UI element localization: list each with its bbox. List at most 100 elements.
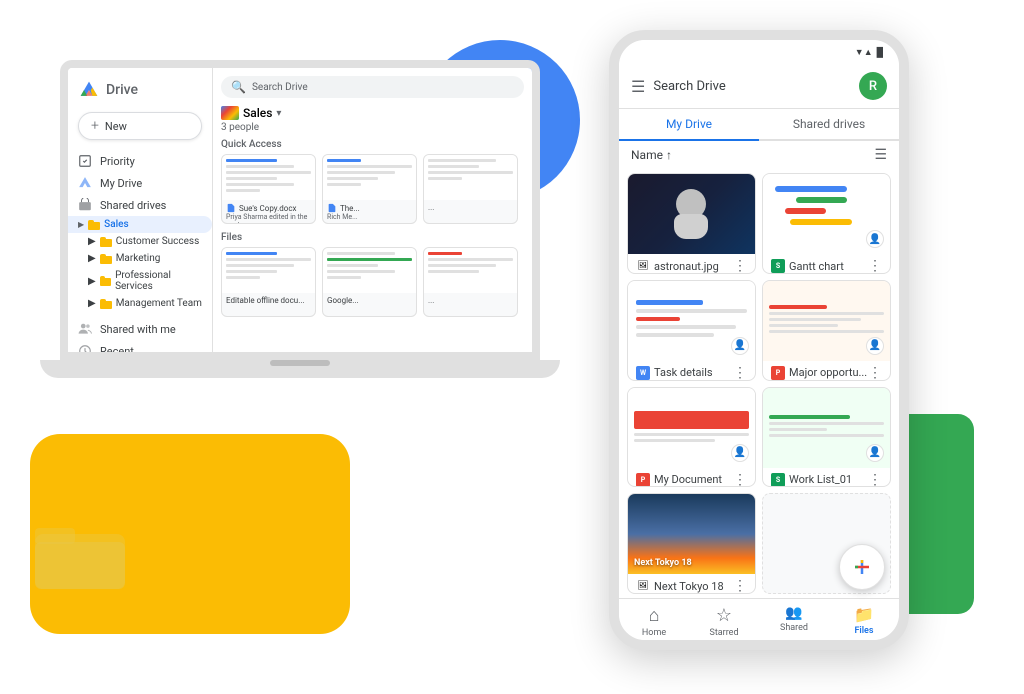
laptop-notch xyxy=(270,360,330,366)
customer-success-label: Customer Success xyxy=(116,236,200,247)
file-thumb-3 xyxy=(424,248,517,293)
task-more[interactable]: ⋮ xyxy=(733,365,747,381)
file-card-mydoc[interactable]: 👤 P My Document ⋮ xyxy=(627,387,756,488)
qa-card-2[interactable]: The... Rich Me... xyxy=(322,154,417,224)
task-name: Task details xyxy=(654,366,713,379)
shared-drive-sales[interactable]: ▶ Sales xyxy=(68,216,212,233)
tab-my-drive[interactable]: My Drive xyxy=(619,109,759,141)
qa-card-1[interactable]: Sue's Copy.docx Priya Sharma edited in t… xyxy=(221,154,316,224)
battery-icon: █ xyxy=(877,47,883,58)
new-button[interactable]: + New xyxy=(78,112,202,140)
file-card-major[interactable]: 👤 P Major opportu... ⋮ xyxy=(762,280,891,381)
phone-shell: ▼▲ █ ☰ Search Drive R My Drive Shared dr… xyxy=(609,30,909,650)
qa-card-3[interactable]: ... xyxy=(423,154,518,224)
back-button[interactable]: ◁ xyxy=(675,648,684,651)
file-card-1[interactable]: Editable offline docu... xyxy=(221,247,316,317)
file-card-tokyo[interactable]: Next Tokyo 18 🖼 Next Tokyo 18 ⋮ xyxy=(627,493,756,594)
qa-file-name-2: The... xyxy=(340,204,360,213)
image-icon: 🖼 xyxy=(636,259,650,273)
user-avatar[interactable]: R xyxy=(859,72,887,100)
home-label: Home xyxy=(642,628,666,638)
sidebar-item-shared-with-me[interactable]: Shared with me xyxy=(68,318,212,340)
signal-icon: ▼▲ xyxy=(855,47,873,58)
my-drive-icon xyxy=(78,176,92,190)
chevron-icon: ▶ xyxy=(78,220,84,229)
my-drive-label: My Drive xyxy=(100,177,142,190)
sidebar-item-my-drive[interactable]: My Drive xyxy=(68,172,212,194)
tokyo-thumb: Next Tokyo 18 xyxy=(628,494,755,574)
chevron-icon-pro: ▶ xyxy=(88,276,96,287)
chevron-icon-mkt: ▶ xyxy=(88,253,96,264)
mobile-file-grid: 🖼 astronaut.jpg ⋮ xyxy=(619,169,899,598)
shared-drive-professional[interactable]: ▶ Professional Services xyxy=(68,267,212,295)
shared-drives-label: Shared drives xyxy=(100,199,166,212)
mobile-sort-bar: Name ↑ ☰ xyxy=(619,141,899,169)
home-icon: ⌂ xyxy=(649,605,660,626)
file-card-gantt[interactable]: 👤 S Gantt chart ⋮ xyxy=(762,173,891,274)
web-search-bar[interactable]: 🔍 Search Drive xyxy=(221,76,524,98)
file-card-astronaut[interactable]: 🖼 astronaut.jpg ⋮ xyxy=(627,173,756,274)
management-label: Management Team xyxy=(116,298,202,309)
list-view-icon[interactable]: ☰ xyxy=(874,147,887,163)
quick-access-label: Quick Access xyxy=(221,139,524,150)
file-card-worklist[interactable]: 👤 S Work List_01 ⋮ xyxy=(762,387,891,488)
hamburger-menu[interactable]: ☰ xyxy=(631,77,645,96)
sidebar-item-priority[interactable]: Priority xyxy=(68,150,212,172)
fab-button[interactable] xyxy=(839,544,885,590)
phone-nav-bar: ◁ ● ■ xyxy=(619,640,899,650)
file-name-2: Google... xyxy=(323,293,416,308)
doc-line xyxy=(226,276,260,279)
file-card-2[interactable]: Google... xyxy=(322,247,417,317)
doc-line xyxy=(327,171,395,174)
starred-nav-icon: ☆ xyxy=(716,605,732,626)
shared-nav-icon: 👥 xyxy=(785,605,802,621)
mydoc-info: P My Document xyxy=(636,473,722,487)
doc-line xyxy=(327,258,412,261)
nav-files[interactable]: 📁 Files xyxy=(829,605,899,638)
mobile-tabs: My Drive Shared drives xyxy=(619,109,899,141)
file-name-1: Editable offline docu... xyxy=(222,293,315,308)
qa-card-2-footer: The... Rich Me... xyxy=(323,200,416,224)
worklist-more[interactable]: ⋮ xyxy=(868,472,882,488)
sales-thumb-icon xyxy=(221,106,239,120)
recents-button[interactable]: ■ xyxy=(836,648,843,651)
quick-access-grid: Sue's Copy.docx Priya Sharma edited in t… xyxy=(221,154,524,224)
astronaut-more[interactable]: ⋮ xyxy=(733,258,747,274)
worklist-line-1 xyxy=(769,415,850,419)
home-button[interactable]: ● xyxy=(756,648,763,651)
mobile-search-text[interactable]: Search Drive xyxy=(653,79,851,94)
shared-drive-marketing[interactable]: ▶ Marketing xyxy=(68,250,212,267)
nav-starred[interactable]: ☆ Starred xyxy=(689,605,759,638)
folder-icon-cs xyxy=(100,237,112,247)
tokyo-more[interactable]: ⋮ xyxy=(733,578,747,594)
mydoc-line-3 xyxy=(634,439,715,442)
qa-card-3-thumb xyxy=(424,155,517,200)
shared-drive-customer-success[interactable]: ▶ Customer Success xyxy=(68,233,212,250)
file-doc-2 xyxy=(323,248,416,293)
shared-drive-management[interactable]: ▶ Management Team xyxy=(68,295,212,312)
major-more[interactable]: ⋮ xyxy=(868,365,882,381)
shared-with-me-icon xyxy=(78,322,92,336)
mydoc-more[interactable]: ⋮ xyxy=(733,472,747,488)
file-card-task[interactable]: 👤 W Task details ⋮ xyxy=(627,280,756,381)
sort-label[interactable]: Name ↑ xyxy=(631,148,672,162)
slides-icon: P xyxy=(636,473,650,487)
tokyo-label-text: Next Tokyo 18 xyxy=(634,558,692,568)
drive-logo-text: Drive xyxy=(106,82,138,98)
doc-line xyxy=(428,171,513,174)
major-doc-preview xyxy=(763,299,890,342)
sidebar-item-recent[interactable]: Recent xyxy=(68,340,212,360)
sales-title: Sales xyxy=(243,106,272,120)
image-icon-tokyo: 🖼 xyxy=(636,579,650,593)
docs-icon-2 xyxy=(327,203,337,213)
nav-home[interactable]: ⌂ Home xyxy=(619,605,689,638)
nav-shared[interactable]: 👥 Shared xyxy=(759,605,829,638)
tab-shared-drives[interactable]: Shared drives xyxy=(759,109,899,139)
file-card-3[interactable]: ... xyxy=(423,247,518,317)
gantt-name: Gantt chart xyxy=(789,260,844,273)
recent-icon xyxy=(78,344,92,358)
gantt-more[interactable]: ⋮ xyxy=(868,258,882,274)
sidebar-item-shared-drives[interactable]: Shared drives xyxy=(68,194,212,216)
file-name-3: ... xyxy=(424,293,517,308)
folder-icon-mkt xyxy=(100,254,112,264)
